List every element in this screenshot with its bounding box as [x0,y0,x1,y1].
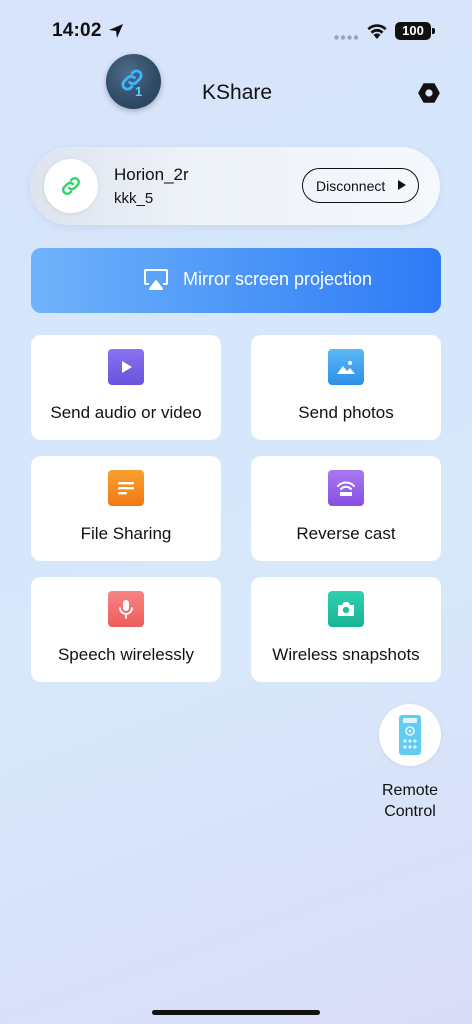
device-link-icon-wrapper [44,159,98,213]
wifi-icon [367,24,387,39]
device-name: Horion_2r [114,165,189,184]
remote-label-line1: Remote [381,782,439,799]
cast-icon [328,470,364,506]
microphone-icon [108,591,144,627]
speech-wirelessly-tile[interactable]: Speech wirelessly [31,577,221,682]
status-time: 14:02 [52,20,102,41]
location-arrow-icon [109,24,123,38]
mirror-screen-label: Mirror screen projection [183,269,373,289]
send-photos-tile[interactable]: Send photos [251,335,441,440]
document-icon [108,470,144,506]
disconnect-button[interactable]: Disconnect [302,168,419,203]
link-icon [61,176,81,196]
remote-icon [399,715,421,755]
battery-indicator: 100 [395,22,431,40]
mirror-screen-button[interactable]: Mirror screen projection [31,248,441,313]
airplay-icon [144,269,168,290]
feature-label: Wireless snapshots [272,645,420,664]
connection-avatar-button[interactable] [106,54,161,109]
play-icon [108,349,144,385]
connected-device-card: Horion_2r kkk_5 Disconnect [30,147,440,225]
disconnect-label: Disconnect [316,177,386,194]
cellular-signal-icon [334,35,358,40]
remote-control-label: Remote Control [370,780,450,822]
feature-label: File Sharing [80,524,172,543]
remote-icon-wrapper [379,704,441,766]
settings-hexagon-icon[interactable] [418,82,440,104]
feature-label: Speech wirelessly [57,645,195,664]
feature-label: Reverse cast [296,524,396,543]
device-subtitle: kkk_5 [114,190,154,207]
feature-label: Send photos [298,403,394,422]
camera-icon [328,591,364,627]
send-audio-video-tile[interactable]: Send audio or video [31,335,221,440]
home-indicator[interactable] [152,1010,320,1015]
battery-cap [432,28,435,34]
app-title: KShare [202,81,273,104]
remote-control-button[interactable]: Remote Control [370,704,450,834]
play-arrow-icon [398,180,406,190]
photo-icon [328,349,364,385]
wireless-snapshots-tile[interactable]: Wireless snapshots [251,577,441,682]
status-bar: 14:02 100 [0,0,472,60]
feature-label: Send audio or video [50,403,202,422]
remote-label-line2: Control [384,803,436,820]
reverse-cast-tile[interactable]: Reverse cast [251,456,441,561]
file-sharing-tile[interactable]: File Sharing [31,456,221,561]
connection-count-badge: 1 [135,84,143,99]
